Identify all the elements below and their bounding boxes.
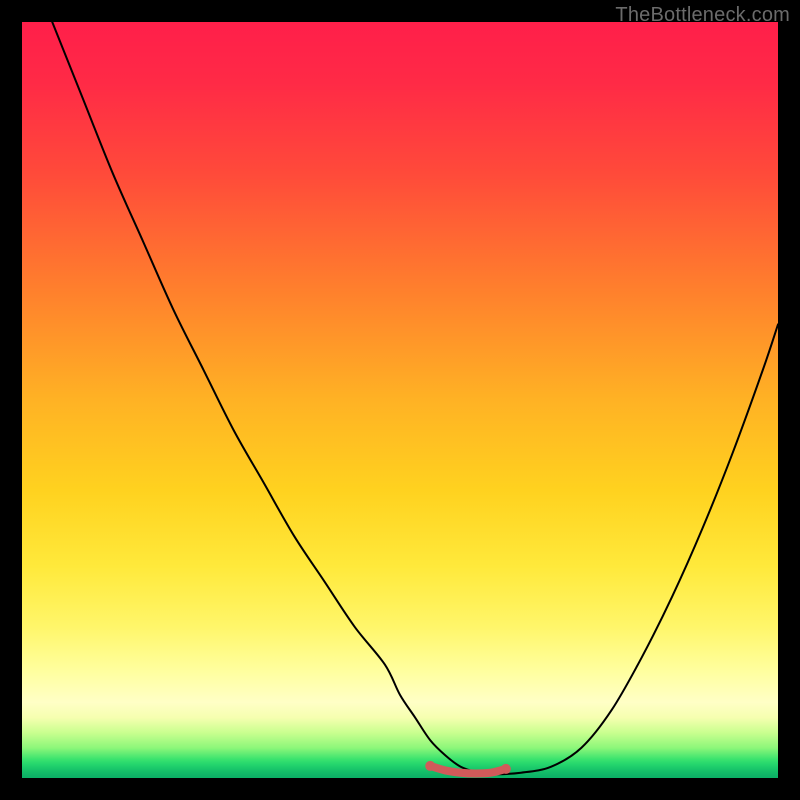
watermark-text: TheBottleneck.com [615,4,790,27]
plot-area [22,22,778,778]
chart-frame: TheBottleneck.com [0,0,800,800]
